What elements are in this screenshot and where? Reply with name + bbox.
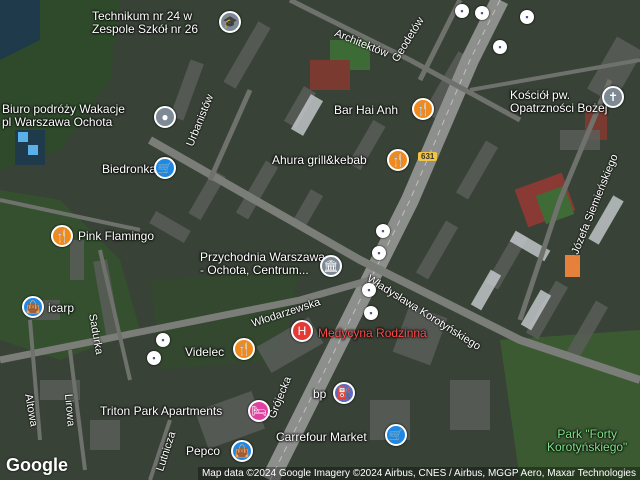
place-label-carrefour[interactable]: Carrefour Market	[276, 431, 367, 444]
shopping-cart-icon[interactable]: 🛒	[154, 157, 176, 179]
bus-stop-icon[interactable]: ▪	[475, 6, 489, 20]
bus-stop-icon[interactable]: ▪	[455, 4, 469, 18]
place-label-medycyna[interactable]: Medycyna Rodzinna	[318, 327, 427, 340]
restaurant-icon[interactable]: 🍴	[387, 149, 409, 171]
hospital-icon[interactable]: H	[291, 320, 313, 342]
map-attribution[interactable]: Map data ©2024 Google Imagery ©2024 Airb…	[197, 467, 640, 480]
place-label-biuro[interactable]: Biuro podróży Wakacje pl Warszawa Ochota	[2, 103, 125, 129]
school-icon[interactable]: 🎓	[219, 11, 241, 33]
restaurant-icon[interactable]: 🍴	[51, 225, 73, 247]
bus-stop-icon[interactable]: ▪	[147, 351, 161, 365]
place-label-triton[interactable]: Triton Park Apartments	[100, 405, 222, 418]
place-label-technikum[interactable]: Technikum nr 24 w Zespole Szkół nr 26	[92, 10, 198, 36]
place-label-bar-hai-anh[interactable]: Bar Hai Anh	[334, 104, 398, 117]
place-label-pink-flamingo[interactable]: Pink Flamingo	[78, 230, 154, 243]
shopping-cart-icon[interactable]: 🛒	[385, 424, 407, 446]
road-shield: 631	[418, 152, 438, 161]
bus-stop-icon[interactable]: ▪	[364, 306, 378, 320]
tram-stop-icon[interactable]: ▪	[376, 224, 390, 238]
bus-stop-icon[interactable]: ▪	[156, 333, 170, 347]
satellite-map[interactable]: Architektów Geodetów Urbanistów Włodarze…	[0, 0, 640, 480]
bus-stop-icon[interactable]: ▪	[520, 10, 534, 24]
place-label-videlec[interactable]: Videlec	[185, 346, 224, 359]
place-label-icarp[interactable]: icarp	[48, 302, 74, 315]
place-label-kosciol[interactable]: Kościół pw. Opatrzności Bożej	[510, 89, 607, 115]
place-label-biedronka[interactable]: Biedronka	[102, 163, 156, 176]
location-pin-icon[interactable]: ●	[154, 106, 176, 128]
gas-station-icon[interactable]: ⛽	[333, 382, 355, 404]
restaurant-icon[interactable]: 🍴	[412, 98, 434, 120]
google-logo: Google	[6, 455, 68, 475]
bus-stop-icon[interactable]: ▪	[362, 283, 376, 297]
shopping-bag-icon[interactable]: 👜	[22, 296, 44, 318]
place-label-park[interactable]: Park "Forty Korotyńskiego"	[547, 428, 627, 454]
place-label-ahura[interactable]: Ahura grill&kebab	[272, 154, 367, 167]
clinic-icon[interactable]: 🏛	[320, 255, 342, 277]
church-icon[interactable]: ✝	[602, 86, 624, 108]
bus-stop-icon[interactable]: ▪	[493, 40, 507, 54]
hotel-icon[interactable]: 🛏	[248, 400, 270, 422]
place-label-pepco[interactable]: Pepco	[186, 445, 220, 458]
place-label-bp[interactable]: bp	[313, 388, 326, 401]
place-label-przychodnia[interactable]: Przychodnia Warszawa - Ochota, Centrum..…	[200, 251, 325, 277]
shopping-bag-icon[interactable]: 👜	[231, 440, 253, 462]
restaurant-icon[interactable]: 🍴	[233, 338, 255, 360]
tram-stop-icon[interactable]: ▪	[372, 246, 386, 260]
